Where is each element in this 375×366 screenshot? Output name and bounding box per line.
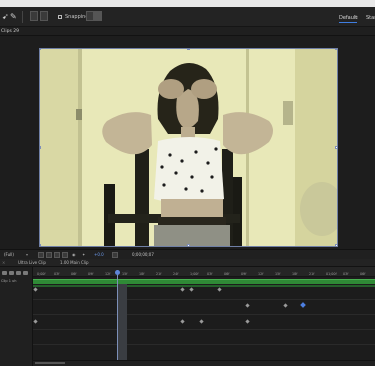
transform-handle[interactable] [335, 244, 337, 246]
pen-icon[interactable]: ✎ [10, 12, 17, 22]
chevron-down-icon[interactable]: ▾ [26, 251, 28, 259]
ruler-tick-label: 15f [275, 272, 281, 276]
transform-handle[interactable] [335, 146, 337, 149]
composition-panel-header: Clips 29 [0, 27, 375, 36]
transform-handle[interactable] [335, 49, 337, 50]
ruler-tick-label: 18f [292, 272, 298, 276]
ruler-tick-label: 21f [156, 272, 162, 276]
timeline-tab[interactable]: 1.00 Main Clip [60, 260, 89, 266]
graph-icon[interactable] [23, 271, 28, 275]
video-frame-image [40, 49, 337, 246]
title-bar [0, 0, 375, 7]
ruler-tick-label: 12f [258, 272, 264, 276]
timeline-tab-bar: × Ultra Live Clip 1.00 Main Clip [0, 259, 375, 267]
visibility-icon[interactable] [16, 271, 21, 275]
track-divider [33, 329, 375, 330]
transparency-icon[interactable] [46, 252, 52, 258]
exposure-value[interactable]: +0.0 [94, 251, 104, 259]
timeline-zoom-bar [33, 360, 375, 366]
time-ruler[interactable]: 0;00f 03f 06f 09f 12f 15f 18f 21f 24f 1;00f 03f 06f… [33, 267, 375, 277]
track-divider [33, 344, 375, 345]
select-icon[interactable]: ➹ [2, 12, 9, 22]
playhead-handle[interactable] [115, 270, 120, 275]
current-timecode[interactable]: 0;00;00;07 [132, 251, 154, 259]
camera-icon[interactable]: ◉ [72, 251, 76, 259]
ruler-tick-label: 1;00f [190, 272, 199, 276]
reset-icon[interactable] [112, 252, 118, 258]
clip-work-area [33, 285, 375, 287]
ruler-tick-label: 03f [54, 272, 60, 276]
close-icon[interactable]: × [2, 260, 5, 266]
region-icon[interactable] [38, 252, 44, 258]
clip-bar[interactable] [33, 279, 375, 284]
ruler-tick-label: 15f [122, 272, 128, 276]
transform-handle[interactable] [40, 244, 41, 246]
top-toolbar: ➹ ✎ Snapping Default ≡ Standa [0, 7, 375, 27]
snap-options-icon[interactable] [94, 11, 102, 21]
app-window: ➹ ✎ Snapping Default ≡ Standa Clips 29 [0, 0, 375, 366]
ruler-tick-label: 18f [139, 272, 145, 276]
playhead[interactable] [117, 270, 118, 360]
ruler-tick-label: 09f [241, 272, 247, 276]
ruler-tick-label: 24f [173, 272, 179, 276]
viewer-controls: (Full) ▾ ◉ ✦ +0.0 0;00;00;07 [0, 249, 375, 259]
transform-handle[interactable] [40, 49, 41, 50]
toolbar-divider [22, 11, 23, 23]
color-icon[interactable]: ✦ [82, 251, 85, 259]
ruler-tick-label: 06f [360, 272, 366, 276]
timeline-layer-panel: Clip 1 uh [0, 267, 33, 366]
transform-handle[interactable] [40, 146, 41, 149]
ruler-tick-label: 12f [105, 272, 111, 276]
current-frame-highlight [117, 284, 127, 360]
ruler-tick-label: 06f [71, 272, 77, 276]
panel-tab-label[interactable]: Clips 29 [1, 28, 19, 35]
ruler-tick-label: 0;00f [37, 272, 46, 276]
ruler-tick-label: 06f [224, 272, 230, 276]
ruler-tick-label: 21f [309, 272, 315, 276]
workspace-menu-icon[interactable]: ≡ [354, 13, 358, 23]
grid-icon[interactable] [40, 11, 48, 21]
transform-handle[interactable] [187, 49, 190, 50]
ruler-tick-label: 09f [88, 272, 94, 276]
track-divider [33, 314, 375, 315]
track-divider [33, 299, 375, 300]
timeline-tracks[interactable] [33, 277, 375, 366]
lock-icon[interactable] [9, 271, 14, 275]
workspace-tab-standard[interactable]: Standa [366, 13, 375, 23]
snap-icon[interactable] [58, 15, 62, 19]
transform-handle[interactable] [187, 244, 190, 246]
guides-icon[interactable] [62, 252, 68, 258]
solo-icon[interactable] [2, 271, 7, 275]
composition-viewer [0, 36, 375, 249]
snap-settings-icon[interactable] [86, 11, 94, 21]
layer-name[interactable]: Clip 1 uh [1, 279, 17, 283]
zoom-slider[interactable] [35, 362, 65, 364]
ruler-tick-label: 03f [343, 272, 349, 276]
ruler-tick-label: 01;00f [326, 272, 337, 276]
layout-icon[interactable] [30, 11, 38, 21]
zoom-select[interactable]: (Full) [4, 251, 14, 259]
snapping-label[interactable]: Snapping [65, 12, 89, 22]
mask-icon[interactable] [54, 252, 60, 258]
ruler-tick-label: 03f [207, 272, 213, 276]
video-frame[interactable] [39, 48, 338, 247]
timeline-tab[interactable]: Ultra Live Clip [18, 260, 46, 266]
